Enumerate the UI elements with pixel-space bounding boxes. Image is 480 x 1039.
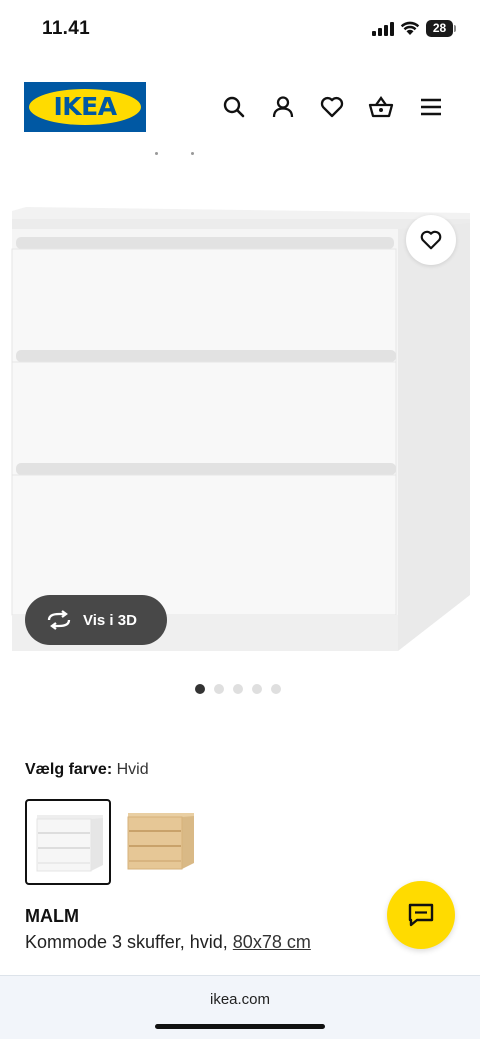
- color-picker-heading: Vælg farve: Hvid: [25, 761, 149, 779]
- status-time: 11.41: [42, 18, 90, 39]
- gallery-pagination: [195, 684, 290, 694]
- battery-icon: 28: [426, 20, 456, 37]
- status-bar: 11.41 28: [0, 0, 480, 60]
- heart-icon[interactable]: [319, 94, 345, 120]
- chat-button[interactable]: [387, 881, 455, 949]
- gallery-dot[interactable]: [214, 684, 224, 694]
- product-description: Kommode 3 skuffer, hvid,: [25, 932, 228, 952]
- color-swatch-white[interactable]: [25, 799, 111, 885]
- home-indicator: [155, 1024, 325, 1029]
- gallery-dot[interactable]: [271, 684, 281, 694]
- basket-icon[interactable]: [368, 94, 394, 120]
- browser-address-bar[interactable]: ikea.com: [0, 975, 480, 1039]
- view-3d-label: Vis i 3D: [83, 611, 137, 629]
- logo-text: IKEA: [53, 92, 117, 121]
- rotate-3d-icon: [47, 610, 71, 630]
- battery-level: 28: [426, 20, 453, 37]
- gallery-dot[interactable]: [252, 684, 262, 694]
- cellular-signal-icon: [372, 22, 394, 36]
- selected-color: Hvid: [116, 761, 149, 778]
- wifi-icon: [400, 21, 420, 36]
- white-dresser-thumbnail: [36, 815, 103, 872]
- menu-icon[interactable]: [418, 94, 444, 120]
- view-3d-button[interactable]: Vis i 3D: [25, 595, 167, 645]
- search-icon[interactable]: [221, 94, 247, 120]
- ikea-logo[interactable]: IKEA: [24, 82, 146, 132]
- gallery-dot[interactable]: [233, 684, 243, 694]
- heart-icon: [420, 230, 442, 250]
- add-to-favorites-button[interactable]: [406, 215, 456, 265]
- site-header: IKEA: [0, 70, 480, 145]
- chat-icon: [408, 903, 434, 927]
- gallery-dot[interactable]: [195, 684, 205, 694]
- product-description-line: Kommode 3 skuffer, hvid, 80x78 cm: [25, 932, 311, 953]
- user-icon[interactable]: [270, 94, 296, 120]
- scrolled-text-remnant: [153, 152, 213, 158]
- product-size-link[interactable]: 80x78 cm: [233, 932, 311, 952]
- color-label: Vælg farve:: [25, 761, 113, 778]
- product-name: MALM: [25, 906, 79, 926]
- color-swatch-oak[interactable]: [118, 799, 204, 885]
- url-text[interactable]: ikea.com: [0, 991, 480, 1008]
- oak-dresser-thumbnail: [127, 813, 194, 870]
